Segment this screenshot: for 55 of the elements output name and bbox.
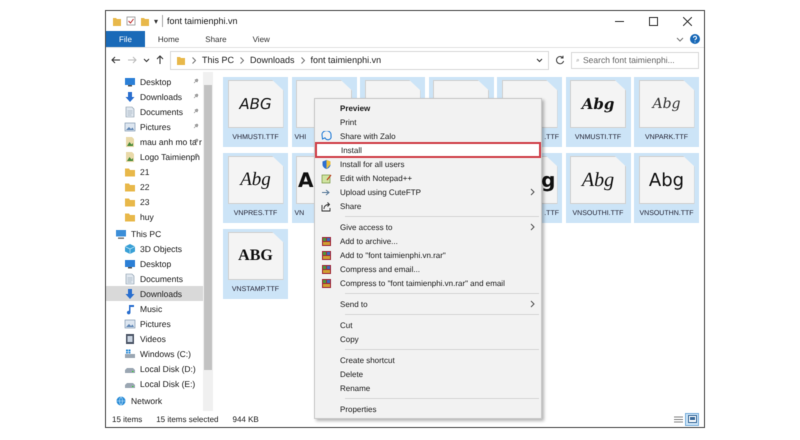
menu-label: Preview	[340, 104, 370, 112]
menu-label: Install for all users	[340, 160, 404, 168]
menu-label: Add to "font taimienphi.vn.rar"	[340, 250, 446, 260]
nav-label: huy	[140, 212, 154, 222]
nav-label: This PC	[131, 228, 162, 238]
font-sample: Abg	[582, 95, 614, 113]
nav-label: Windows (C:)	[140, 348, 192, 358]
menu-label: Add to archive...	[340, 236, 398, 246]
nav-label: 3D Objects	[140, 244, 182, 254]
font-sample: Abg	[240, 169, 271, 191]
nav-label: Desktop	[140, 76, 172, 86]
nav-label: Desktop	[140, 258, 172, 268]
nav-label: Music	[140, 304, 162, 314]
nav-label: 23	[140, 196, 150, 206]
nav-label: Downloads	[140, 92, 182, 102]
menu-label: Install	[341, 146, 362, 154]
font-sample: ABG	[238, 247, 273, 265]
menu-label: Share with Zalo	[340, 132, 396, 140]
menu-label: Send to	[340, 300, 368, 308]
nav-label: Downloads	[140, 288, 182, 298]
menu-label: Edit with Notepad++	[340, 174, 412, 182]
menu-label: Create shortcut	[340, 356, 395, 364]
font-sample: Abg	[652, 96, 681, 112]
menu-label: Print	[340, 118, 356, 126]
nav-label: Local Disk (D:)	[140, 364, 196, 374]
nav-label: 21	[140, 166, 150, 176]
font-sample: Abg	[648, 170, 684, 190]
menu-label: Rename	[340, 384, 370, 392]
menu-label: Cut	[340, 320, 352, 330]
window-title: font taimienphi.vn	[167, 16, 238, 26]
nav-label: Documents	[140, 274, 183, 284]
menu-label: Copy	[340, 334, 359, 344]
nav-label: Videos	[140, 334, 166, 344]
nav-label: mau anh mo ta r	[140, 136, 202, 146]
selection-size: 944 KB	[232, 414, 259, 424]
font-sample: Abg	[582, 168, 614, 192]
menu-label: Upload using CuteFTP	[340, 188, 421, 196]
nav-label: Network	[131, 396, 162, 406]
font-sample: ABG	[239, 95, 272, 113]
nav-label: 22	[140, 182, 150, 192]
selection-count: 15 items selected	[156, 414, 218, 424]
nav-label: Logo Taimienph	[140, 152, 200, 162]
font-sample: A	[298, 168, 314, 192]
menu-label: Give access to	[340, 222, 392, 232]
item-count: 15 items	[112, 414, 142, 424]
menu-label: Share	[340, 202, 362, 210]
nav-label: Local Disk (E:)	[140, 378, 196, 388]
menu-label: Compress to "font taimienphi.vn.rar" and email	[340, 278, 505, 288]
menu-label: Delete	[340, 370, 364, 378]
nav-label: Pictures	[140, 318, 171, 328]
nav-label: Documents	[140, 106, 183, 116]
nav-label: Pictures	[140, 122, 171, 132]
menu-label: Properties	[340, 404, 376, 414]
menu-label: Compress and email...	[340, 264, 420, 274]
font-sample: g	[541, 168, 556, 192]
